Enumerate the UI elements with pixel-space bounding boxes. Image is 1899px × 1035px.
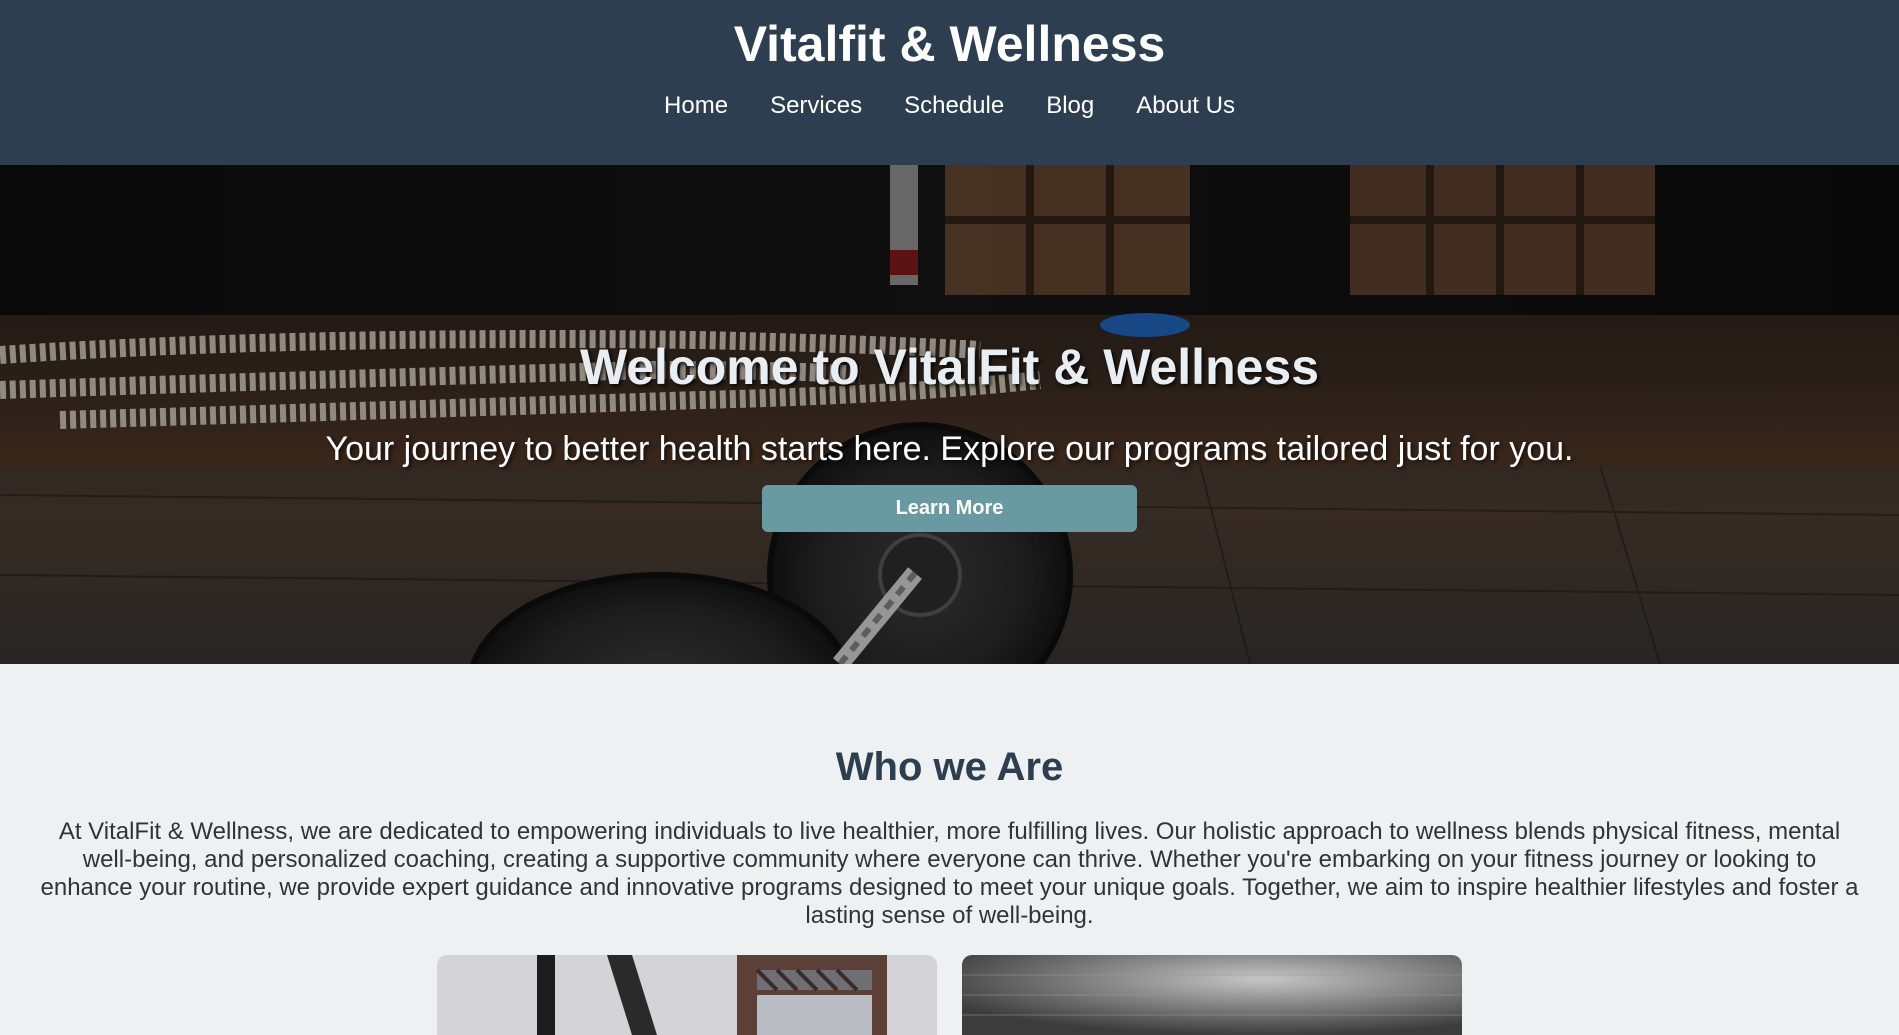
bridge-image: [437, 955, 937, 1035]
nav-link-schedule[interactable]: Schedule: [904, 88, 1004, 124]
learn-more-button[interactable]: Learn More: [762, 485, 1137, 532]
hero-section: Welcome to VitalFit & Wellness Your jour…: [0, 165, 1899, 664]
hero-subtext: Your journey to better health starts her…: [325, 430, 1574, 468]
about-heading: Who we Are: [835, 745, 1064, 789]
nav-link-services[interactable]: Services: [770, 88, 862, 124]
site-header: Vitalfit & Wellness Home Services Schedu…: [0, 0, 1899, 165]
hero-overlay: [0, 165, 1899, 664]
gym-wall-image: [962, 955, 1462, 1035]
main-nav: Home Services Schedule Blog About Us: [0, 88, 1899, 124]
nav-link-blog[interactable]: Blog: [1046, 88, 1094, 124]
nav-link-home[interactable]: Home: [664, 88, 728, 124]
about-section: Who we Are At VitalFit & Wellness, we ar…: [0, 664, 1899, 1035]
nav-link-about-us[interactable]: About Us: [1136, 88, 1235, 124]
about-image-card-bridge: [437, 955, 937, 1035]
about-image-card-gym: [962, 955, 1462, 1035]
site-title: Vitalfit & Wellness: [733, 16, 1166, 72]
hero-heading: Welcome to VitalFit & Wellness: [579, 339, 1320, 395]
about-text: At VitalFit & Wellness, we are dedicated…: [40, 818, 1859, 929]
